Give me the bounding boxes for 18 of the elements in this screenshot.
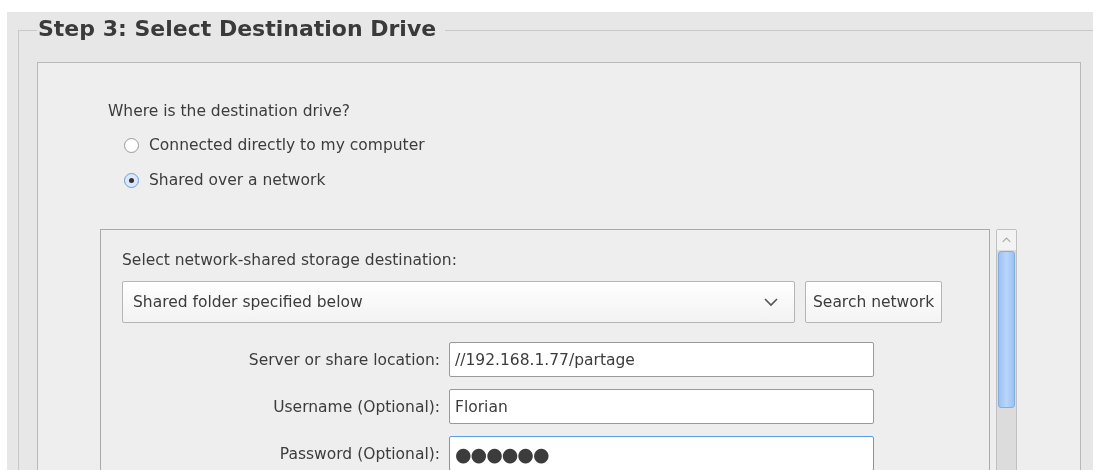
radio-button[interactable] [124,137,139,153]
destination-label: Select network-shared storage destination: [122,250,458,270]
input-field[interactable]: Florian [449,389,874,424]
question-label: Where is the destination drive? [108,101,352,121]
chevron-down-icon [764,297,778,307]
input-field[interactable]: //192.168.1.77/partage [449,342,874,377]
field-label: Username (Optional): [272,397,440,416]
field-label: Server or share location: [247,350,440,369]
input-field[interactable]: ●●●●●● [449,436,874,470]
scrollbar[interactable] [996,229,1017,470]
radio-option[interactable]: Connected directly to my computer [124,135,1080,155]
radio-option[interactable]: Shared over a network [124,170,1080,190]
radio-button[interactable] [124,172,139,188]
field-label: Password (Optional): [278,444,440,463]
destination-dropdown[interactable]: Shared folder specified below [122,281,795,323]
scroll-up-icon[interactable] [997,230,1016,250]
scroll-thumb[interactable] [998,251,1015,408]
search-network-button[interactable]: Search network [805,281,943,323]
